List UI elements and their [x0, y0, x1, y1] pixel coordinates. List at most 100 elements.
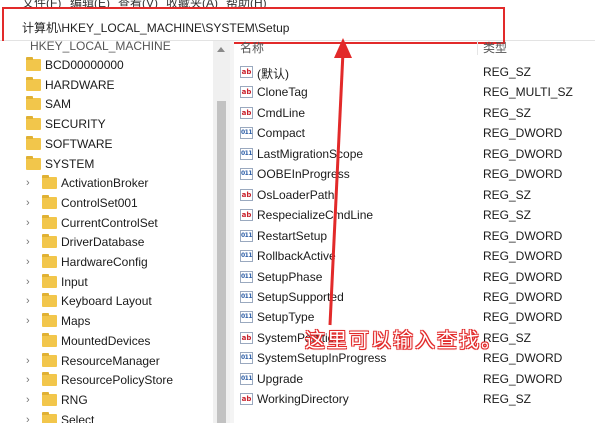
value-type: REG_DWORD — [483, 310, 563, 325]
value-row[interactable]: 011 RollbackActive REG_DWORD — [234, 247, 595, 267]
value-row[interactable]: 011 SetupSupported REG_DWORD — [234, 288, 595, 308]
value-name: Upgrade — [257, 371, 304, 386]
chevron-right-icon[interactable]: › — [26, 236, 36, 250]
tree-item[interactable]: › Keyboard Layout — [0, 293, 213, 313]
tree-scrollbar[interactable] — [213, 41, 230, 423]
tree-item[interactable]: MountedDevices — [0, 332, 213, 353]
chevron-right-icon[interactable]: › — [26, 197, 36, 211]
value-row[interactable]: 011 LastMigrationScope REG_DWORD — [234, 145, 595, 165]
value-name: WorkingDirectory — [257, 392, 349, 407]
folder-icon — [42, 214, 57, 229]
folder-icon — [42, 273, 57, 288]
tree-item[interactable]: › Select — [0, 411, 213, 423]
tree-item[interactable]: SAM — [0, 96, 213, 116]
scroll-thumb[interactable] — [217, 101, 226, 423]
chevron-right-icon[interactable]: › — [26, 276, 36, 290]
string-value-icon: ab — [240, 331, 253, 344]
tree-item[interactable]: › Maps — [0, 313, 213, 333]
scroll-up-icon[interactable] — [217, 47, 225, 52]
column-type-header[interactable]: 类型 — [483, 41, 507, 55]
value-type: REG_SZ — [483, 65, 532, 79]
value-row[interactable]: ab CmdLine REG_SZ — [234, 104, 595, 124]
tree-item-label: MountedDevices — [61, 333, 151, 348]
tree-item[interactable]: › Input — [0, 273, 213, 294]
binary-value-icon: 011 — [240, 127, 253, 140]
value-row[interactable]: ab OsLoaderPath REG_SZ — [234, 186, 595, 206]
value-name: SetupType — [257, 310, 315, 325]
watermark-logo — [495, 375, 585, 415]
key-tree: HKEY_LOCAL_MACHINE BCD00000000 HARDWARE SA… — [0, 41, 213, 423]
value-name: RestartSetup — [257, 228, 328, 243]
binary-value-icon: 011 — [240, 229, 253, 242]
value-type: REG_DWORD — [483, 146, 563, 161]
chevron-right-icon[interactable]: › — [26, 217, 36, 231]
chevron-right-icon[interactable]: › — [26, 414, 36, 423]
tree-item[interactable]: › CurrentControlSet — [0, 214, 213, 235]
tree-item[interactable]: SOFTWARE — [0, 135, 213, 156]
chevron-right-icon[interactable]: › — [26, 256, 36, 270]
folder-icon — [26, 57, 41, 71]
value-name: RespecializeCmdLine — [257, 208, 374, 223]
tree-item-label: Select — [61, 412, 95, 423]
chevron-right-icon[interactable]: › — [26, 355, 36, 369]
tree-item[interactable]: HARDWARE — [0, 76, 213, 97]
tree-item[interactable]: SECURITY — [0, 116, 213, 136]
tree-item[interactable]: › ResourceManager — [0, 352, 213, 373]
chevron-right-icon[interactable]: › — [26, 295, 36, 309]
binary-value-icon: 011 — [240, 250, 253, 263]
tree-item-label: SYSTEM — [45, 156, 95, 171]
values-list: 名称 类型 ab (默认) REG_SZ ab CloneTag REG_MULTI_SZ… — [234, 41, 595, 423]
folder-icon — [42, 254, 57, 268]
value-row[interactable]: 011 Compact REG_DWORD — [234, 124, 595, 144]
value-name: OOBEInProgress — [257, 167, 350, 182]
value-name: RollbackActive — [257, 249, 336, 264]
folder-icon — [42, 313, 57, 328]
value-row[interactable]: 011 OOBEInProgress REG_DWORD — [234, 165, 595, 185]
folder-icon — [42, 411, 57, 423]
value-type: REG_SZ — [483, 208, 532, 223]
value-type: REG_DWORD — [483, 269, 563, 284]
tree-item[interactable]: › ResourcePolicyStore — [0, 372, 213, 392]
folder-icon — [26, 96, 41, 111]
binary-value-icon: 011 — [240, 270, 253, 283]
tree-item[interactable]: SYSTEM — [0, 155, 213, 176]
value-name: SystemSetupInProgress — [257, 351, 387, 366]
folder-icon — [26, 116, 41, 131]
value-type: REG_DWORD — [483, 289, 563, 304]
value-row[interactable]: 011 SetupPhase REG_DWORD — [234, 268, 595, 288]
folder-icon — [42, 293, 57, 308]
chevron-right-icon[interactable]: › — [26, 315, 36, 329]
column-name-header[interactable]: 名称 — [240, 41, 264, 55]
value-name: SetupSupported — [257, 289, 344, 304]
chevron-right-icon[interactable]: › — [26, 394, 36, 408]
tree-item[interactable]: › HardwareConfig — [0, 254, 213, 274]
value-type: REG_SZ — [483, 187, 532, 202]
tree-item[interactable]: › DriverDatabase — [0, 234, 213, 254]
value-row[interactable]: ab (默认) REG_SZ — [234, 63, 595, 83]
tree-item-label: DriverDatabase — [61, 235, 145, 250]
tree-item-label: ActivationBroker — [61, 176, 149, 191]
value-row[interactable]: ab CloneTag REG_MULTI_SZ — [234, 83, 595, 103]
tree-item-label: ResourcePolicyStore — [61, 373, 174, 388]
tree-item[interactable]: › ControlSet001 — [0, 194, 213, 215]
folder-icon — [42, 372, 57, 387]
value-row[interactable]: ab RespecializeCmdLine REG_SZ — [234, 206, 595, 226]
value-type: REG_DWORD — [483, 228, 563, 243]
tree-item-label: ResourceManager — [61, 353, 160, 368]
binary-value-icon: 011 — [240, 311, 253, 324]
tree-item[interactable]: BCD00000000 — [0, 57, 213, 77]
value-row[interactable]: 011 RestartSetup REG_DWORD — [234, 227, 595, 247]
chevron-right-icon[interactable]: › — [26, 374, 36, 388]
tree-item-label: Maps — [61, 314, 91, 329]
folder-icon — [42, 332, 57, 347]
chevron-right-icon[interactable]: › — [26, 177, 36, 191]
folder-icon — [42, 234, 57, 249]
value-type: REG_DWORD — [483, 167, 563, 182]
folder-icon — [42, 391, 57, 406]
binary-value-icon: 011 — [240, 352, 253, 365]
folder-icon — [42, 352, 57, 367]
tree-item[interactable]: › ActivationBroker — [0, 175, 213, 195]
tree-root-label[interactable]: HKEY_LOCAL_MACHINE — [30, 41, 171, 53]
column-separator[interactable] — [477, 41, 478, 55]
tree-item[interactable]: › RNG — [0, 391, 213, 412]
